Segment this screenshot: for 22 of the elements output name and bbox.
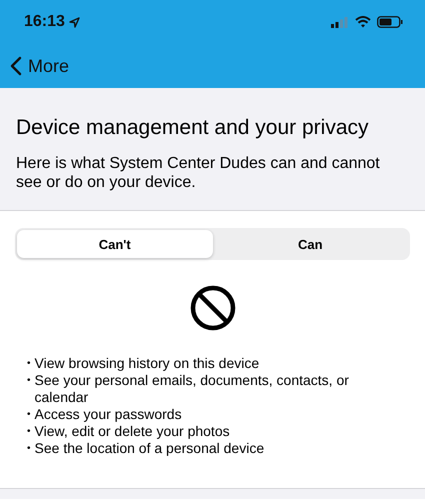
list-item-text: See your personal emails, documents, contacts, or calendar — [34, 372, 350, 406]
bullet: • — [27, 374, 31, 388]
back-button[interactable]: More — [10, 56, 70, 76]
location-arrow-icon — [68, 16, 80, 28]
status-time: 16:13 — [24, 13, 65, 31]
bullet: • — [27, 425, 31, 439]
list-item-text: See the location of a personal device — [34, 440, 264, 457]
bullet: • — [27, 357, 31, 371]
signal-icon — [331, 16, 349, 28]
list-item-text: View browsing history on this device — [34, 355, 260, 372]
bullet: • — [27, 408, 31, 422]
page-description: Here is what System Center Dudes can and cannot see or do on your device. — [16, 154, 381, 192]
battery-icon — [377, 16, 403, 28]
segment-tab[interactable]: Can't — [17, 230, 212, 258]
wifi-icon — [355, 16, 371, 28]
segment-tab[interactable]: Can — [212, 230, 408, 258]
back-chevron-icon — [10, 56, 22, 76]
bullet: • — [27, 442, 31, 456]
page-title: Device management and your privacy — [16, 116, 370, 140]
prohibited-icon — [190, 285, 236, 331]
list-item-text: Access your passwords — [34, 406, 182, 423]
list-item-text: View, edit or delete your photos — [34, 423, 230, 440]
